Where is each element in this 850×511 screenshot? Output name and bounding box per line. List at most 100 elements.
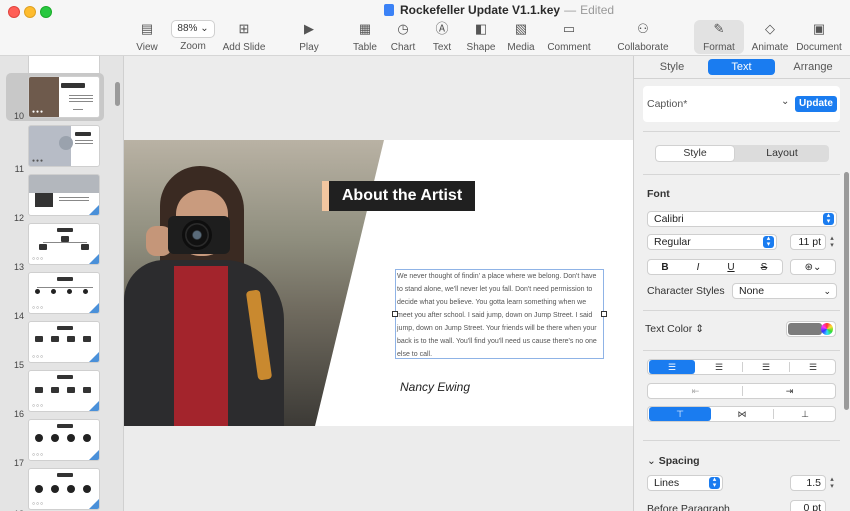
slide-thumbnail-17[interactable]: ○○○ 17 xyxy=(0,419,123,468)
bold-button[interactable]: B xyxy=(648,261,682,274)
segment-style[interactable]: Style xyxy=(656,146,734,161)
font-family-select[interactable]: Calibri ▴ ▾ xyxy=(647,211,837,227)
character-styles-select[interactable]: None ⌄ xyxy=(732,283,837,299)
shape-icon: ◧ xyxy=(474,21,488,36)
slide-thumbnail-11[interactable]: ●●● 11 xyxy=(0,125,123,174)
sidebar-scrollbar[interactable] xyxy=(115,82,120,106)
media-button[interactable]: ▧ Media xyxy=(506,20,536,54)
play-button[interactable]: ▶ Play xyxy=(296,20,322,54)
before-paragraph-field[interactable]: 0 pt xyxy=(790,500,826,511)
add-slide-button[interactable]: ⊞ Add Slide xyxy=(222,20,266,54)
zoom-label: Zoom xyxy=(180,41,206,52)
table-icon: ▦ xyxy=(358,21,372,36)
document-icon: ▣ xyxy=(812,21,826,36)
chart-button[interactable]: ◷ Chart xyxy=(389,20,417,54)
paragraph-style-card: Caption* ⌄ Update xyxy=(643,86,840,122)
slide: About the Artist We never thought of fin… xyxy=(124,140,633,426)
line-spacing-field[interactable]: 1.5 xyxy=(790,475,826,491)
align-top-icon[interactable]: ⊤ xyxy=(649,407,711,421)
slide-number: 15 xyxy=(13,360,24,370)
keynote-document-icon xyxy=(384,4,394,16)
slide-title[interactable]: About the Artist xyxy=(322,181,475,211)
resize-handle-left[interactable] xyxy=(392,311,398,317)
align-middle-icon[interactable]: ⋈ xyxy=(711,407,773,421)
close-window-button[interactable] xyxy=(8,6,20,18)
align-center-icon[interactable]: ☰ xyxy=(696,360,742,374)
chart-icon: ◷ xyxy=(397,21,409,36)
text-color-label[interactable]: Text Color ⇕ xyxy=(645,323,704,335)
slide-number: 13 xyxy=(13,262,24,272)
update-style-button[interactable]: Update xyxy=(795,96,837,112)
slide-thumbnail-12[interactable]: 12 xyxy=(0,174,123,223)
chevron-down-icon[interactable]: ⌄ xyxy=(781,96,789,107)
color-wheel-icon[interactable] xyxy=(821,323,833,335)
spacing-mode-select[interactable]: Lines ▴ ▾ xyxy=(647,475,723,491)
zoom-control[interactable]: 88% ⌄ Zoom xyxy=(170,20,216,54)
add-slide-icon: ⊞ xyxy=(238,21,250,36)
align-bottom-icon[interactable]: ⊥ xyxy=(774,407,836,421)
line-spacing-stepper[interactable]: ▴ ▾ xyxy=(828,476,836,490)
font-size-field[interactable]: 11 pt xyxy=(790,234,826,250)
slide-thumbnail-10[interactable]: ●●● 10 xyxy=(6,73,104,121)
inspector-scrollbar[interactable] xyxy=(844,172,849,410)
zoom-value: 88% xyxy=(177,23,198,34)
slide-thumbnail-18[interactable]: ○○○ 18 xyxy=(0,468,123,511)
format-button[interactable]: ✎ Format xyxy=(694,20,744,54)
document-button[interactable]: ▣ Document xyxy=(796,20,842,54)
tab-text[interactable]: Text xyxy=(708,59,775,75)
spacing-section[interactable]: ⌄ Spacing xyxy=(647,455,700,467)
text-options-button[interactable]: ⊛⌄ xyxy=(790,259,836,275)
slide-thumbnail-15[interactable]: ○○○ 15 xyxy=(0,321,123,370)
decrease-indent-icon[interactable]: ⇤ xyxy=(649,384,742,398)
document-label: Document xyxy=(796,42,842,53)
segment-layout[interactable]: Layout xyxy=(737,146,827,161)
font-size-stepper[interactable]: ▴ ▾ xyxy=(828,235,836,249)
text-box-icon: Ⓐ xyxy=(435,21,449,36)
collaborate-button[interactable]: ⚇ Collaborate xyxy=(617,20,669,54)
font-weight-value: Regular xyxy=(654,236,691,248)
italic-button[interactable]: I xyxy=(681,261,715,274)
paragraph-style-name[interactable]: Caption* xyxy=(647,98,687,110)
tab-style[interactable]: Style xyxy=(648,59,696,75)
shape-button[interactable]: ◧ Shape xyxy=(466,20,496,54)
slide-preview: ○○○ xyxy=(28,223,100,265)
slide-canvas[interactable]: About the Artist We never thought of fin… xyxy=(124,56,633,511)
body-text-box[interactable]: We never thought of findin' a place wher… xyxy=(395,269,604,359)
table-button[interactable]: ▦ Table xyxy=(351,20,379,54)
strikethrough-button[interactable]: S xyxy=(747,261,781,274)
slide-number: 14 xyxy=(13,311,24,321)
slide-number: 10 xyxy=(13,111,24,121)
increase-indent-icon[interactable]: ⇥ xyxy=(743,384,836,398)
spacing-mode-value: Lines xyxy=(654,477,680,489)
character-styles-value: None xyxy=(739,285,765,297)
artist-signature[interactable]: Nancy Ewing xyxy=(400,380,470,394)
font-weight-select[interactable]: Regular ▴ ▾ xyxy=(647,234,777,250)
tab-arrange[interactable]: Arrange xyxy=(786,59,840,75)
font-family-value: Calibri xyxy=(654,213,684,225)
slide-thumbnail-16[interactable]: ○○○ 16 xyxy=(0,370,123,419)
justify-icon[interactable]: ☰ xyxy=(790,360,836,374)
table-label: Table xyxy=(353,42,377,53)
underline-button[interactable]: U xyxy=(714,261,748,274)
collaborate-label: Collaborate xyxy=(617,42,669,53)
sidebar-view-icon: ▤ xyxy=(140,21,154,36)
text-color-well[interactable] xyxy=(786,321,836,337)
zoom-window-button[interactable] xyxy=(40,6,52,18)
slide-thumbnail-13[interactable]: ○○○ 13 xyxy=(0,223,123,272)
animate-button[interactable]: ◇ Animate xyxy=(750,20,790,54)
slide-thumbnail-14[interactable]: ○○○ 14 xyxy=(0,272,123,321)
spacing-label: Spacing xyxy=(658,455,700,467)
color-swatch[interactable] xyxy=(788,323,822,335)
resize-handle-right[interactable] xyxy=(601,311,607,317)
slide-number: 12 xyxy=(13,213,24,223)
text-button[interactable]: Ⓐ Text xyxy=(429,20,455,54)
align-right-icon[interactable]: ☰ xyxy=(743,360,789,374)
zoom-select[interactable]: 88% ⌄ xyxy=(171,20,215,38)
view-button[interactable]: ▤ View xyxy=(132,20,162,54)
title-separator: — xyxy=(564,3,577,17)
chevron-down-icon: ⌄ xyxy=(647,455,656,467)
minimize-window-button[interactable] xyxy=(24,6,36,18)
character-styles-label: Character Styles xyxy=(647,285,725,297)
align-left-icon[interactable]: ☰ xyxy=(649,360,695,374)
comment-button[interactable]: ▭ Comment xyxy=(547,20,591,54)
